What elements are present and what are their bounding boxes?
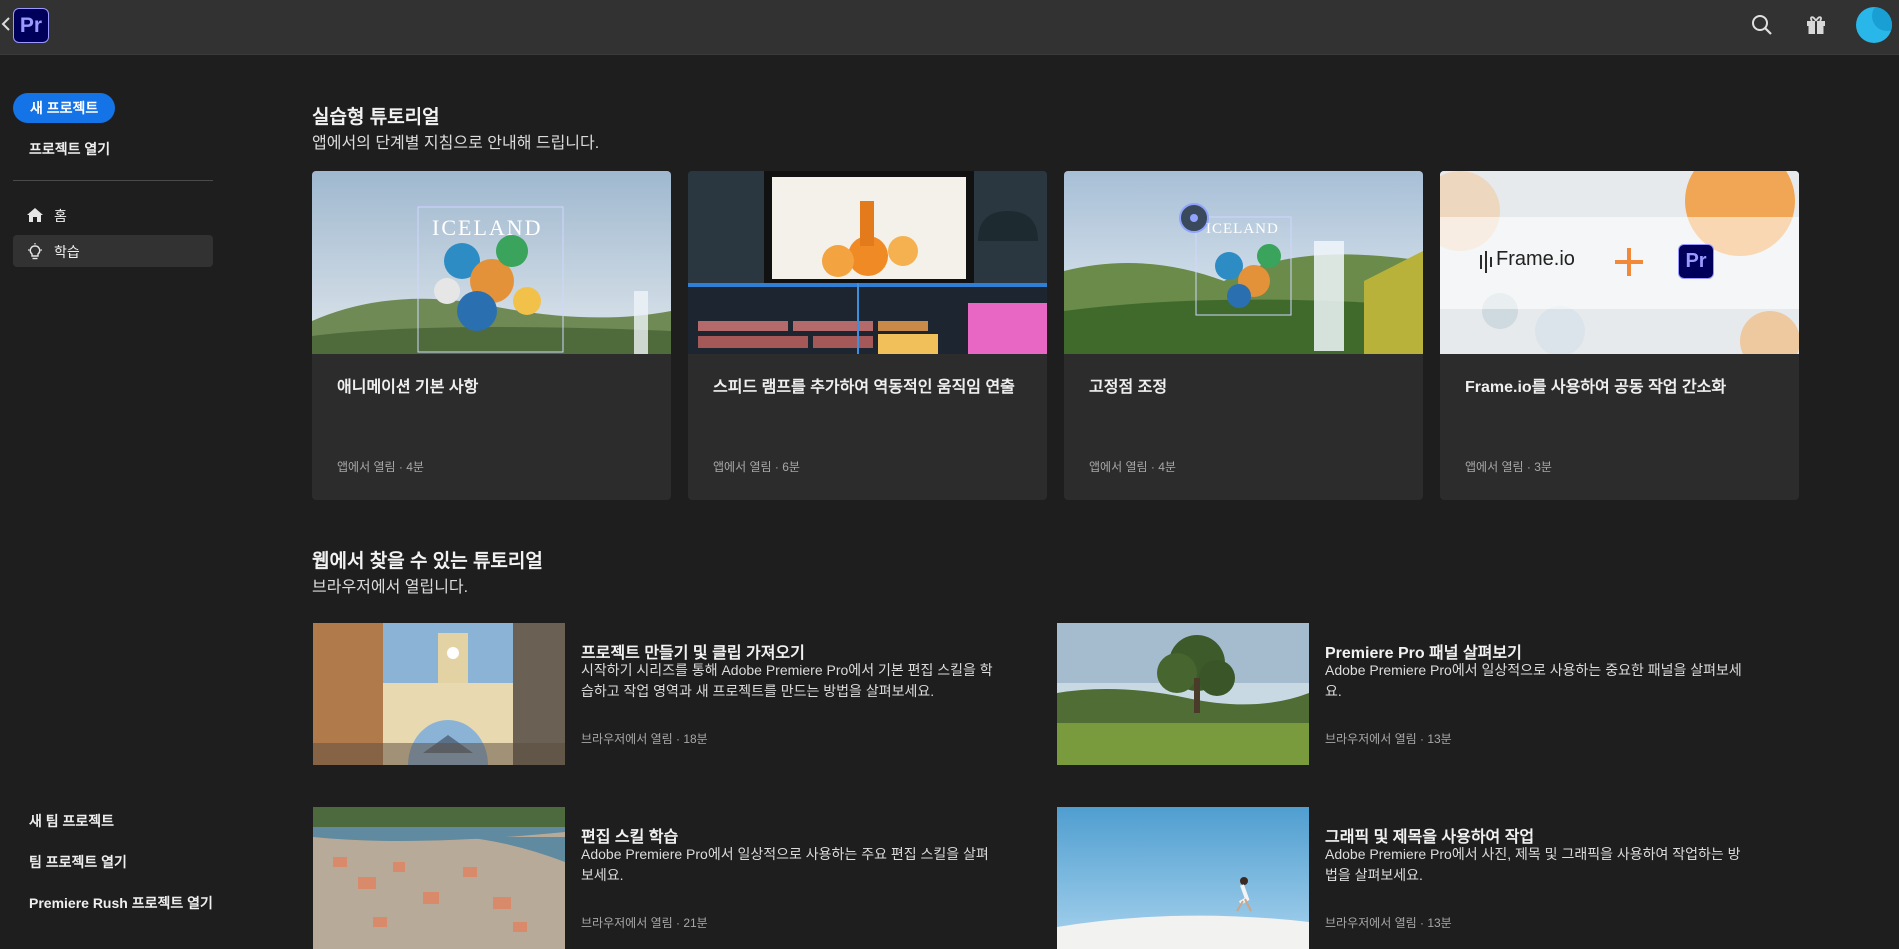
web-tutorial-description: Adobe Premiere Pro에서 일상적으로 사용하는 주요 편집 스킬… <box>581 846 989 883</box>
card-thumbnail: ICELAND <box>312 171 671 354</box>
web-section-title: 웹에서 찾을 수 있는 튜토리얼 <box>312 551 543 572</box>
open-project-link[interactable]: 프로젝트 열기 <box>29 139 110 159</box>
premiere-pro-logo: Pr <box>13 8 49 43</box>
top-bar: Pr <box>0 0 1899 55</box>
card-thumbnail: Frame.io Pr <box>1440 171 1799 354</box>
tutorial-card-speed-ramp[interactable]: 스피드 램프를 추가하여 역동적인 움직임 연출 앱에서 열림 · 6분 <box>688 171 1047 500</box>
open-rush-project-link[interactable]: Premiere Rush 프로젝트 열기 <box>29 893 213 913</box>
web-tutorial-item[interactable]: 그래픽 및 제목을 사용하여 작업 Adobe Premiere Pro에서 사… <box>1057 807 1757 949</box>
sidebar-item-label: 홈 <box>54 208 67 224</box>
web-tutorial-thumbnail <box>313 807 565 949</box>
web-tutorial-description: 시작하기 시리즈를 통해 Adobe Premiere Pro에서 기본 편집 … <box>581 662 993 699</box>
web-tutorial-thumbnail <box>1057 807 1309 949</box>
web-tutorial-meta: 브라우저에서 열림 · 18분 <box>581 732 708 746</box>
sidebar-divider <box>13 180 213 181</box>
thumbnail-text: ICELAND <box>1206 221 1279 237</box>
web-tutorial-thumbnail <box>1057 623 1309 765</box>
chevron-left-icon[interactable] <box>1 14 13 36</box>
card-title: 스피드 램프를 추가하여 역동적인 움직임 연출 <box>713 379 1015 396</box>
web-section-subtitle: 브라우저에서 열립니다. <box>312 579 469 596</box>
card-meta: 앱에서 열림 · 4분 <box>1089 460 1176 474</box>
new-team-project-link[interactable]: 새 팀 프로젝트 <box>29 811 114 831</box>
new-project-button[interactable]: 새 프로젝트 <box>13 93 116 123</box>
web-tutorial-meta: 브라우저에서 열림 · 21분 <box>581 916 708 930</box>
sidebar: 새 프로젝트 프로젝트 열기 홈 학습 새 팀 프로젝트 팀 프로젝트 열기 P… <box>0 56 230 941</box>
sidebar-item-learn[interactable]: 학습 <box>13 235 213 267</box>
gift-icon[interactable] <box>1804 13 1828 37</box>
tutorial-card-frameio[interactable]: Frame.io Pr Frame.io를 사용하여 공동 작업 간소화 앱에서… <box>1440 171 1799 500</box>
card-thumbnail <box>688 171 1047 354</box>
card-title: 고정점 조정 <box>1089 379 1168 396</box>
web-tutorial-item[interactable]: Premiere Pro 패널 살펴보기 Adobe Premiere Pro에… <box>1057 623 1757 765</box>
thumbnail-text: ICELAND <box>432 215 543 240</box>
web-tutorial-thumbnail <box>313 623 565 765</box>
tutorial-card-anchor-point[interactable]: ICELAND 고정점 조정 앱에서 열림 · 4분 <box>1064 171 1423 500</box>
web-tutorial-description: Adobe Premiere Pro에서 일상적으로 사용하는 중요한 패널을 … <box>1325 662 1742 699</box>
card-meta: 앱에서 열림 · 6분 <box>713 460 800 474</box>
card-title: Frame.io를 사용하여 공동 작업 간소화 <box>1465 379 1727 396</box>
avatar[interactable] <box>1856 7 1892 43</box>
sidebar-item-label: 학습 <box>54 244 80 260</box>
web-tutorial-item[interactable]: 프로젝트 만들기 및 클립 가져오기 시작하기 시리즈를 통해 Adobe Pr… <box>313 623 1013 765</box>
card-thumbnail: ICELAND <box>1064 171 1423 354</box>
hands-on-section-title: 실습형 튜토리얼 <box>312 107 440 128</box>
sidebar-item-home[interactable]: 홈 <box>13 199 213 231</box>
home-icon <box>27 208 43 222</box>
card-meta: 앱에서 열림 · 3분 <box>1465 460 1552 474</box>
frameio-logo-text: Frame.io <box>1496 248 1575 270</box>
web-tutorial-item[interactable]: 편집 스킬 학습 Adobe Premiere Pro에서 일상적으로 사용하는… <box>313 807 1013 949</box>
open-team-project-link[interactable]: 팀 프로젝트 열기 <box>29 852 127 872</box>
lightbulb-icon <box>28 243 42 260</box>
web-tutorial-meta: 브라우저에서 열림 · 13분 <box>1325 732 1452 746</box>
search-icon[interactable] <box>1750 13 1774 37</box>
card-title: 애니메이션 기본 사항 <box>337 379 479 396</box>
web-tutorial-meta: 브라우저에서 열림 · 13분 <box>1325 916 1452 930</box>
tutorial-card-animation[interactable]: ICELAND 애니메이션 기본 사항 앱에서 열림 · 4분 <box>312 171 671 500</box>
premiere-pro-logo: Pr <box>1678 244 1714 279</box>
web-tutorial-description: Adobe Premiere Pro에서 사진, 제목 및 그래픽을 사용하여 … <box>1325 846 1741 883</box>
card-meta: 앱에서 열림 · 4분 <box>337 460 424 474</box>
hands-on-section-subtitle: 앱에서의 단계별 지침으로 안내해 드립니다. <box>312 135 600 152</box>
